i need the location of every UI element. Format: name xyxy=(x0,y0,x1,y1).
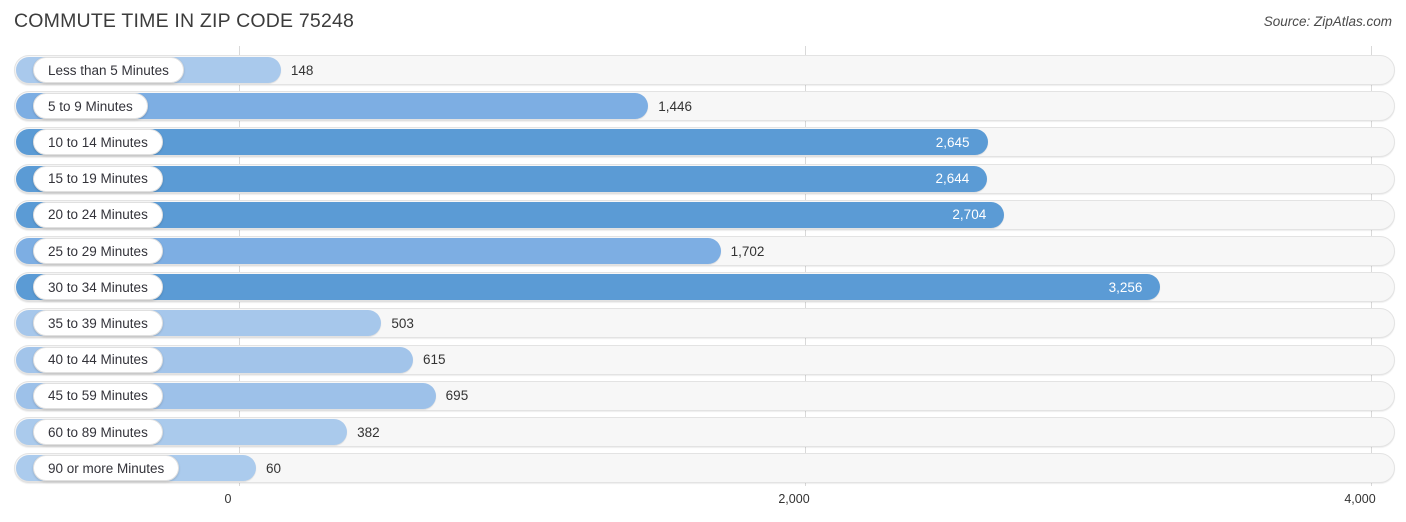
bar-value-label: 1,446 xyxy=(658,98,692,114)
x-axis: 0 2,000 4,000 xyxy=(0,486,1406,522)
bar-value-label: 1,702 xyxy=(730,243,765,259)
category-label-pill: 45 to 59 Minutes xyxy=(33,382,163,409)
category-label: 15 to 19 Minutes xyxy=(48,171,148,187)
category-label: 90 or more Minutes xyxy=(48,460,165,476)
source-attribution: Source: ZipAtlas.com xyxy=(1263,14,1392,29)
category-label-pill: 60 to 89 Minutes xyxy=(33,419,163,445)
bar-row: 40 to 44 Minutes 615 xyxy=(0,344,1406,375)
bar-value-label: 503 xyxy=(391,315,414,331)
bar-row: Less than 5 Minutes 148 xyxy=(0,55,1406,85)
bar-value-label: 2,644 xyxy=(935,171,970,187)
category-label: 40 to 44 Minutes xyxy=(48,352,148,368)
bar-row: 20 to 24 Minutes 2,704 xyxy=(0,199,1406,230)
category-label-pill: 5 to 9 Minutes xyxy=(33,93,148,120)
category-label-pill: Less than 5 Minutes xyxy=(33,57,184,83)
bar-row: 45 to 59 Minutes 695 xyxy=(0,380,1406,411)
category-label: 5 to 9 Minutes xyxy=(48,98,133,114)
bar[interactable] xyxy=(16,274,1161,301)
bar-row: 10 to 14 Minutes 2,645 xyxy=(0,127,1406,158)
bar-row: 25 to 29 Minutes 1,702 xyxy=(0,236,1406,266)
category-label: 25 to 29 Minutes xyxy=(48,243,148,259)
bar-row: 5 to 9 Minutes 1,446 xyxy=(0,91,1406,122)
category-label: 60 to 89 Minutes xyxy=(48,424,148,440)
chart-plot-area: Less than 5 Minutes 148 5 to 9 Minutes 1,44… xyxy=(0,46,1406,486)
category-label-pill: 40 to 44 Minutes xyxy=(33,346,163,373)
bar-value-label: 615 xyxy=(423,352,446,368)
category-label-pill: 30 to 34 Minutes xyxy=(33,274,163,301)
bar-row: 15 to 19 Minutes 2,644 xyxy=(0,163,1406,194)
page-title: COMMUTE TIME IN ZIP CODE 75248 xyxy=(14,10,355,32)
x-axis-tick-label: 0 xyxy=(224,492,232,506)
category-label: 10 to 14 Minutes xyxy=(48,134,148,150)
bar[interactable] xyxy=(16,201,1005,228)
bar-value-label: 2,704 xyxy=(952,207,987,223)
bar-value-label: 695 xyxy=(445,388,469,404)
category-label: 20 to 24 Minutes xyxy=(48,207,148,223)
bar-row: 90 or more Minutes 60 xyxy=(0,453,1406,484)
bar-value-label: 382 xyxy=(357,424,380,440)
category-label: Less than 5 Minutes xyxy=(48,62,169,78)
bar-row: 60 to 89 Minutes 382 xyxy=(0,417,1406,447)
chart-header: COMMUTE TIME IN ZIP CODE 75248 Source: Z… xyxy=(0,0,1406,46)
bar-rows: Less than 5 Minutes 148 5 to 9 Minutes 1,44… xyxy=(0,46,1406,486)
bar-row: 30 to 34 Minutes 3,256 xyxy=(0,272,1406,303)
category-label-pill: 15 to 19 Minutes xyxy=(33,165,163,192)
category-label-pill: 35 to 39 Minutes xyxy=(33,310,163,337)
x-axis-tick-label: 2,000 xyxy=(778,492,810,506)
x-axis-tick-label: 4,000 xyxy=(1344,492,1376,506)
category-label-pill: 25 to 29 Minutes xyxy=(33,238,163,264)
category-label-pill: 90 or more Minutes xyxy=(33,455,180,482)
bar-value-label: 60 xyxy=(265,460,281,476)
category-label: 45 to 59 Minutes xyxy=(48,388,148,404)
bar-row: 35 to 39 Minutes 503 xyxy=(0,308,1406,339)
bar-value-label: 3,256 xyxy=(1108,279,1143,295)
category-label-pill: 20 to 24 Minutes xyxy=(33,201,163,228)
category-label: 35 to 39 Minutes xyxy=(48,315,148,331)
category-label-pill: 10 to 14 Minutes xyxy=(33,129,163,156)
bar-value-label: 2,645 xyxy=(935,134,970,150)
category-label: 30 to 34 Minutes xyxy=(48,279,148,295)
bar-value-label: 148 xyxy=(290,62,314,78)
